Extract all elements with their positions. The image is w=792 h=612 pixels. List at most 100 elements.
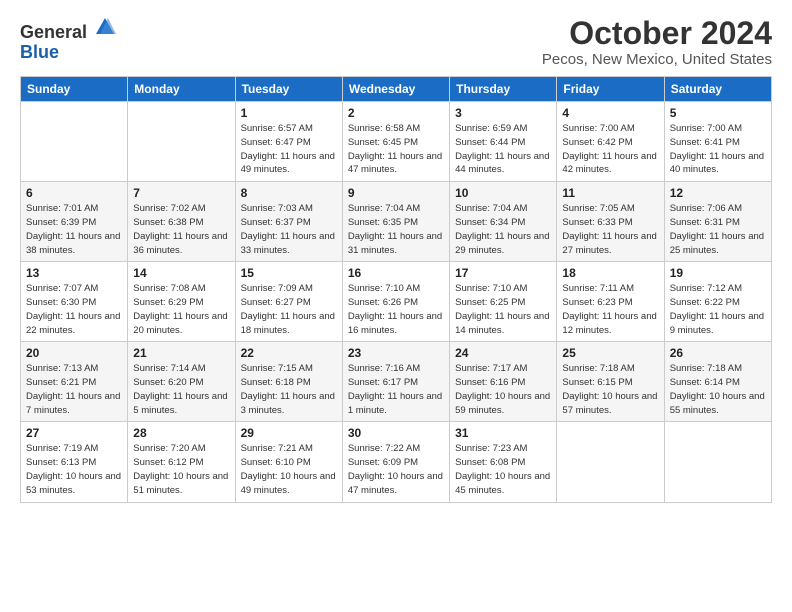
calendar-cell <box>664 422 771 502</box>
calendar-cell: 8 Sunrise: 7:03 AM Sunset: 6:37 PM Daylig… <box>235 182 342 262</box>
day-info: Sunrise: 7:05 AM Sunset: 6:33 PM Dayligh… <box>562 202 658 257</box>
day-number: 9 <box>348 186 444 200</box>
day-info: Sunrise: 6:58 AM Sunset: 6:45 PM Dayligh… <box>348 122 444 177</box>
day-info: Sunrise: 7:01 AM Sunset: 6:39 PM Dayligh… <box>26 202 122 257</box>
day-number: 31 <box>455 426 551 440</box>
day-info: Sunrise: 7:15 AM Sunset: 6:18 PM Dayligh… <box>241 362 337 417</box>
day-info: Sunrise: 6:59 AM Sunset: 6:44 PM Dayligh… <box>455 122 551 177</box>
day-info: Sunrise: 7:10 AM Sunset: 6:25 PM Dayligh… <box>455 282 551 337</box>
day-number: 28 <box>133 426 229 440</box>
calendar-cell <box>128 102 235 182</box>
calendar-cell: 26Sunrise: 7:18 AM Sunset: 6:14 PM Dayli… <box>664 342 771 422</box>
calendar-cell: 21Sunrise: 7:14 AM Sunset: 6:20 PM Dayli… <box>128 342 235 422</box>
day-info: Sunrise: 7:11 AM Sunset: 6:23 PM Dayligh… <box>562 282 658 337</box>
calendar-table: Sunday Monday Tuesday Wednesday Thursday… <box>20 76 772 502</box>
day-number: 8 <box>241 186 337 200</box>
calendar-cell: 5 Sunrise: 7:00 AM Sunset: 6:41 PM Daylig… <box>664 102 771 182</box>
day-number: 18 <box>562 266 658 280</box>
day-number: 11 <box>562 186 658 200</box>
calendar-cell: 7 Sunrise: 7:02 AM Sunset: 6:38 PM Daylig… <box>128 182 235 262</box>
day-info: Sunrise: 7:00 AM Sunset: 6:41 PM Dayligh… <box>670 122 766 177</box>
location-subtitle: Pecos, New Mexico, United States <box>542 51 772 68</box>
day-number: 19 <box>670 266 766 280</box>
calendar-cell: 22 Sunrise: 7:15 AM Sunset: 6:18 PM Dayli… <box>235 342 342 422</box>
day-info: Sunrise: 7:14 AM Sunset: 6:20 PM Dayligh… <box>133 362 229 417</box>
day-info: Sunrise: 7:03 AM Sunset: 6:37 PM Dayligh… <box>241 202 337 257</box>
day-number: 1 <box>241 106 337 120</box>
day-number: 24 <box>455 346 551 360</box>
day-info: Sunrise: 7:17 AM Sunset: 6:16 PM Dayligh… <box>455 362 551 417</box>
day-info: Sunrise: 7:10 AM Sunset: 6:26 PM Dayligh… <box>348 282 444 337</box>
calendar-cell: 20Sunrise: 7:13 AM Sunset: 6:21 PM Dayli… <box>21 342 128 422</box>
calendar-week-3: 13Sunrise: 7:07 AM Sunset: 6:30 PM Dayli… <box>21 262 772 342</box>
calendar-week-4: 20Sunrise: 7:13 AM Sunset: 6:21 PM Dayli… <box>21 342 772 422</box>
day-info: Sunrise: 7:06 AM Sunset: 6:31 PM Dayligh… <box>670 202 766 257</box>
col-thursday: Thursday <box>450 77 557 102</box>
title-area: October 2024 Pecos, New Mexico, United S… <box>542 16 772 68</box>
col-tuesday: Tuesday <box>235 77 342 102</box>
calendar-cell: 13Sunrise: 7:07 AM Sunset: 6:30 PM Dayli… <box>21 262 128 342</box>
calendar-cell: 29Sunrise: 7:21 AM Sunset: 6:10 PM Dayli… <box>235 422 342 502</box>
calendar-cell: 17 Sunrise: 7:10 AM Sunset: 6:25 PM Dayli… <box>450 262 557 342</box>
calendar-cell: 14 Sunrise: 7:08 AM Sunset: 6:29 PM Dayli… <box>128 262 235 342</box>
calendar-cell: 9 Sunrise: 7:04 AM Sunset: 6:35 PM Daylig… <box>342 182 449 262</box>
day-info: Sunrise: 7:23 AM Sunset: 6:08 PM Dayligh… <box>455 442 551 497</box>
day-info: Sunrise: 7:20 AM Sunset: 6:12 PM Dayligh… <box>133 442 229 497</box>
day-info: Sunrise: 7:18 AM Sunset: 6:15 PM Dayligh… <box>562 362 658 417</box>
day-info: Sunrise: 7:12 AM Sunset: 6:22 PM Dayligh… <box>670 282 766 337</box>
day-number: 17 <box>455 266 551 280</box>
col-sunday: Sunday <box>21 77 128 102</box>
calendar-cell: 3Sunrise: 6:59 AM Sunset: 6:44 PM Daylig… <box>450 102 557 182</box>
calendar-week-2: 6Sunrise: 7:01 AM Sunset: 6:39 PM Daylig… <box>21 182 772 262</box>
day-info: Sunrise: 7:07 AM Sunset: 6:30 PM Dayligh… <box>26 282 122 337</box>
col-friday: Friday <box>557 77 664 102</box>
day-number: 15 <box>241 266 337 280</box>
calendar-cell: 30 Sunrise: 7:22 AM Sunset: 6:09 PM Dayli… <box>342 422 449 502</box>
calendar-cell: 16 Sunrise: 7:10 AM Sunset: 6:26 PM Dayli… <box>342 262 449 342</box>
calendar-cell: 27Sunrise: 7:19 AM Sunset: 6:13 PM Dayli… <box>21 422 128 502</box>
day-info: Sunrise: 7:02 AM Sunset: 6:38 PM Dayligh… <box>133 202 229 257</box>
day-info: Sunrise: 7:21 AM Sunset: 6:10 PM Dayligh… <box>241 442 337 497</box>
calendar-cell <box>21 102 128 182</box>
calendar-cell: 4 Sunrise: 7:00 AM Sunset: 6:42 PM Daylig… <box>557 102 664 182</box>
calendar-cell: 31 Sunrise: 7:23 AM Sunset: 6:08 PM Dayli… <box>450 422 557 502</box>
calendar-cell: 18 Sunrise: 7:11 AM Sunset: 6:23 PM Dayli… <box>557 262 664 342</box>
calendar-cell: 11 Sunrise: 7:05 AM Sunset: 6:33 PM Dayli… <box>557 182 664 262</box>
calendar-cell: 24 Sunrise: 7:17 AM Sunset: 6:16 PM Dayli… <box>450 342 557 422</box>
calendar-cell: 25 Sunrise: 7:18 AM Sunset: 6:15 PM Dayli… <box>557 342 664 422</box>
month-title: October 2024 <box>542 16 772 51</box>
day-info: Sunrise: 7:00 AM Sunset: 6:42 PM Dayligh… <box>562 122 658 177</box>
calendar-header: Sunday Monday Tuesday Wednesday Thursday… <box>21 77 772 102</box>
calendar-cell: 28 Sunrise: 7:20 AM Sunset: 6:12 PM Dayli… <box>128 422 235 502</box>
calendar-cell: 1 Sunrise: 6:57 AM Sunset: 6:47 PM Daylig… <box>235 102 342 182</box>
day-number: 10 <box>455 186 551 200</box>
col-saturday: Saturday <box>664 77 771 102</box>
logo-text-general: General <box>20 22 87 42</box>
calendar-week-1: 1 Sunrise: 6:57 AM Sunset: 6:47 PM Daylig… <box>21 102 772 182</box>
calendar-cell: 23Sunrise: 7:16 AM Sunset: 6:17 PM Dayli… <box>342 342 449 422</box>
calendar-cell: 2 Sunrise: 6:58 AM Sunset: 6:45 PM Daylig… <box>342 102 449 182</box>
calendar-cell: 15Sunrise: 7:09 AM Sunset: 6:27 PM Dayli… <box>235 262 342 342</box>
day-info: Sunrise: 6:57 AM Sunset: 6:47 PM Dayligh… <box>241 122 337 177</box>
col-monday: Monday <box>128 77 235 102</box>
day-info: Sunrise: 7:22 AM Sunset: 6:09 PM Dayligh… <box>348 442 444 497</box>
day-number: 16 <box>348 266 444 280</box>
day-number: 5 <box>670 106 766 120</box>
day-number: 25 <box>562 346 658 360</box>
calendar-cell <box>557 422 664 502</box>
day-number: 23 <box>348 346 444 360</box>
day-number: 22 <box>241 346 337 360</box>
day-info: Sunrise: 7:18 AM Sunset: 6:14 PM Dayligh… <box>670 362 766 417</box>
day-number: 30 <box>348 426 444 440</box>
day-info: Sunrise: 7:04 AM Sunset: 6:35 PM Dayligh… <box>348 202 444 257</box>
calendar-cell: 12Sunrise: 7:06 AM Sunset: 6:31 PM Dayli… <box>664 182 771 262</box>
day-number: 4 <box>562 106 658 120</box>
day-number: 2 <box>348 106 444 120</box>
calendar-body: 1 Sunrise: 6:57 AM Sunset: 6:47 PM Daylig… <box>21 102 772 502</box>
day-number: 7 <box>133 186 229 200</box>
day-number: 20 <box>26 346 122 360</box>
page-header: General Blue October 2024 Pecos, New Mex… <box>20 16 772 68</box>
calendar-cell: 19 Sunrise: 7:12 AM Sunset: 6:22 PM Dayli… <box>664 262 771 342</box>
day-number: 14 <box>133 266 229 280</box>
day-info: Sunrise: 7:08 AM Sunset: 6:29 PM Dayligh… <box>133 282 229 337</box>
